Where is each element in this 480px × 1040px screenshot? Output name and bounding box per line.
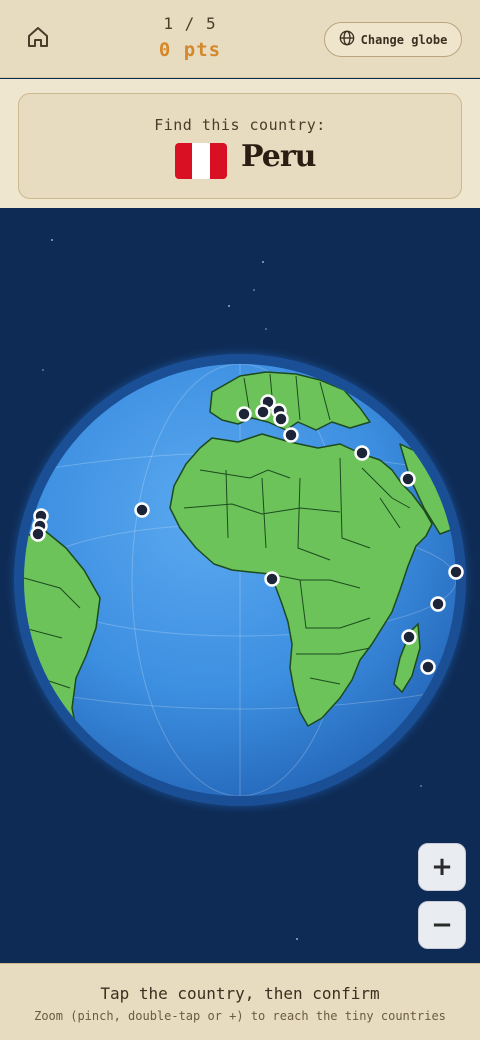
country-marker xyxy=(264,571,280,587)
country-marker xyxy=(400,471,416,487)
globe-icon xyxy=(339,30,355,49)
round-progress: 1 / 5 xyxy=(163,14,217,33)
target-prompt: Find this country: xyxy=(154,116,326,134)
country-marker xyxy=(354,445,370,461)
footer: Tap the country, then confirm Zoom (pinc… xyxy=(0,963,480,1040)
country-marker xyxy=(236,406,252,422)
zoom-hint-text: Zoom (pinch, double-tap or +) to reach t… xyxy=(34,1009,446,1023)
change-globe-label: Change globe xyxy=(360,32,448,47)
zoom-in-button[interactable]: + xyxy=(418,843,466,891)
top-bar: 1 / 5 0 pts Change globe xyxy=(0,0,480,78)
score-display: 0 pts xyxy=(158,39,222,61)
country-marker xyxy=(283,427,299,443)
zoom-out-button[interactable]: − xyxy=(418,901,466,949)
target-flag xyxy=(175,143,227,179)
country-marker xyxy=(401,629,417,645)
target-country-name: Peru xyxy=(241,139,316,174)
globe-viewport[interactable] xyxy=(0,208,480,963)
country-marker xyxy=(420,659,436,675)
target-card: Find this country: Peru xyxy=(18,93,462,199)
home-button[interactable] xyxy=(22,22,54,56)
flag-stripe-right xyxy=(209,143,227,179)
country-marker xyxy=(273,411,289,427)
country-marker xyxy=(448,564,464,580)
country-marker xyxy=(134,502,150,518)
change-globe-button[interactable]: Change globe xyxy=(324,22,462,57)
flag-stripe-middle xyxy=(192,143,210,179)
country-marker xyxy=(30,526,46,542)
country-marker xyxy=(255,404,271,420)
flag-stripe-left xyxy=(175,143,193,179)
country-marker xyxy=(430,596,446,612)
home-icon xyxy=(26,25,50,53)
instruction-text: Tap the country, then confirm xyxy=(100,984,380,1003)
